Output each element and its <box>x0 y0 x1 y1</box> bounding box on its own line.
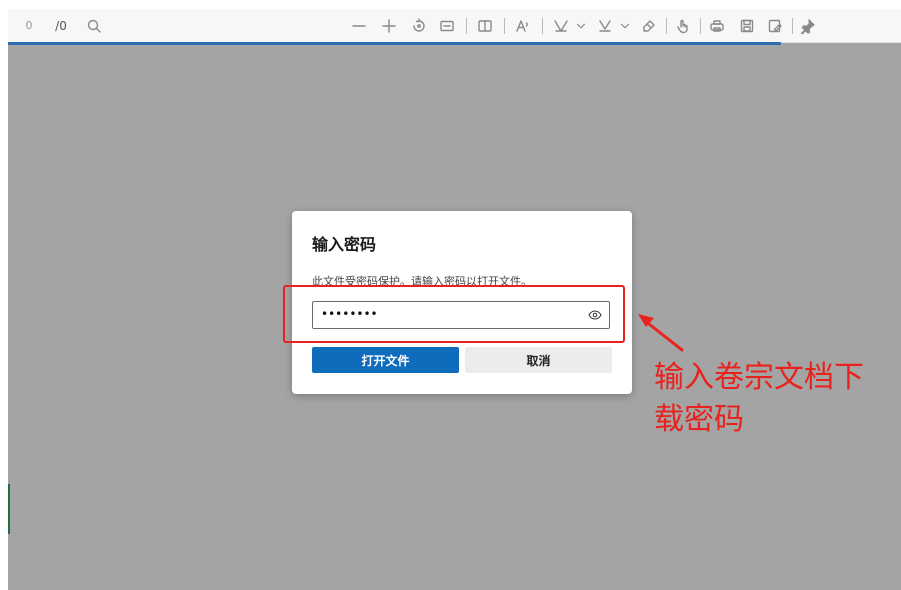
fit-page-icon[interactable] <box>436 9 458 42</box>
annotation-highlight-box <box>283 285 625 343</box>
rotate-icon[interactable] <box>408 9 430 42</box>
page-total-label: /0 <box>55 18 67 33</box>
read-aloud-icon[interactable] <box>512 9 534 42</box>
save-as-icon[interactable] <box>764 9 786 42</box>
toolbar-divider <box>666 18 667 34</box>
highlight-dropdown-icon[interactable] <box>618 9 632 42</box>
toolbar-divider <box>792 18 793 34</box>
draw-icon[interactable] <box>550 9 572 42</box>
left-edge-marker <box>8 484 10 534</box>
toolbar-divider <box>504 18 505 34</box>
open-file-button[interactable]: 打开文件 <box>312 347 459 373</box>
annotation-line-2: 载密码 <box>654 402 744 437</box>
erase-icon[interactable] <box>638 9 660 42</box>
annotation-note: 输入卷宗文档下 载密码 <box>654 357 894 441</box>
highlight-icon[interactable] <box>594 9 616 42</box>
draw-dropdown-icon[interactable] <box>574 9 588 42</box>
toolbar-divider <box>700 18 701 34</box>
dialog-title: 输入密码 <box>312 235 377 254</box>
page-view-icon[interactable] <box>474 9 496 42</box>
zoom-out-icon[interactable] <box>348 9 370 42</box>
cancel-button[interactable]: 取消 <box>465 347 612 373</box>
annotation-arrow-icon <box>638 314 684 352</box>
pin-icon[interactable] <box>798 9 818 42</box>
annotation-line-1: 输入卷宗文档下 <box>654 360 864 395</box>
loading-progress-bar <box>8 42 781 45</box>
toolbar-divider <box>466 18 467 34</box>
zoom-in-icon[interactable] <box>378 9 400 42</box>
print-icon[interactable] <box>706 9 728 42</box>
search-icon[interactable] <box>84 9 104 42</box>
page-number-input[interactable]: 0 <box>18 9 40 42</box>
toolbar: 0 /0 <box>8 9 901 43</box>
save-icon[interactable] <box>736 9 758 42</box>
toolbar-divider <box>542 18 543 34</box>
touch-icon[interactable] <box>672 9 694 42</box>
